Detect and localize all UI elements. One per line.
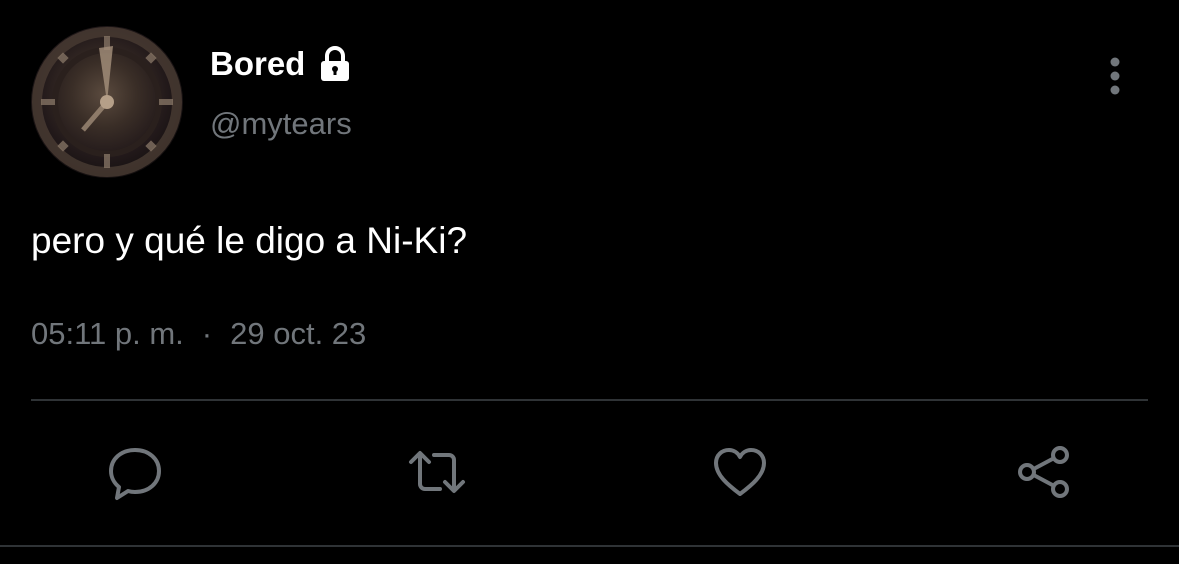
user-handle[interactable]: @mytears (210, 104, 352, 144)
display-name[interactable]: Bored (210, 44, 305, 84)
bottom-divider (0, 545, 1179, 547)
lock-icon (316, 45, 354, 83)
tweet-date: 29 oct. 23 (230, 316, 367, 351)
more-options-button[interactable] (1095, 52, 1135, 100)
tweet-text: pero y qué le digo a Ni-Ki? (31, 220, 468, 261)
divider (31, 399, 1148, 401)
share-icon (1018, 446, 1069, 498)
clock-avatar-icon (32, 27, 182, 177)
avatar[interactable] (31, 26, 183, 178)
retweet-arrows-icon (409, 451, 465, 493)
tweet-time: 05:11 p. m. (31, 316, 184, 351)
retweet-button[interactable] (405, 440, 469, 504)
reply-button[interactable] (103, 440, 167, 504)
vertical-dots-icon (1110, 57, 1120, 95)
meta-separator: · (201, 316, 213, 351)
like-button[interactable] (708, 440, 772, 504)
share-button[interactable] (1012, 440, 1076, 504)
display-name-row[interactable]: Bored (210, 44, 354, 84)
speech-bubble-icon (109, 448, 161, 500)
tweet-timestamp[interactable]: 05:11 p. m. · 29 oct. 23 (31, 312, 366, 356)
heart-icon (714, 448, 766, 496)
